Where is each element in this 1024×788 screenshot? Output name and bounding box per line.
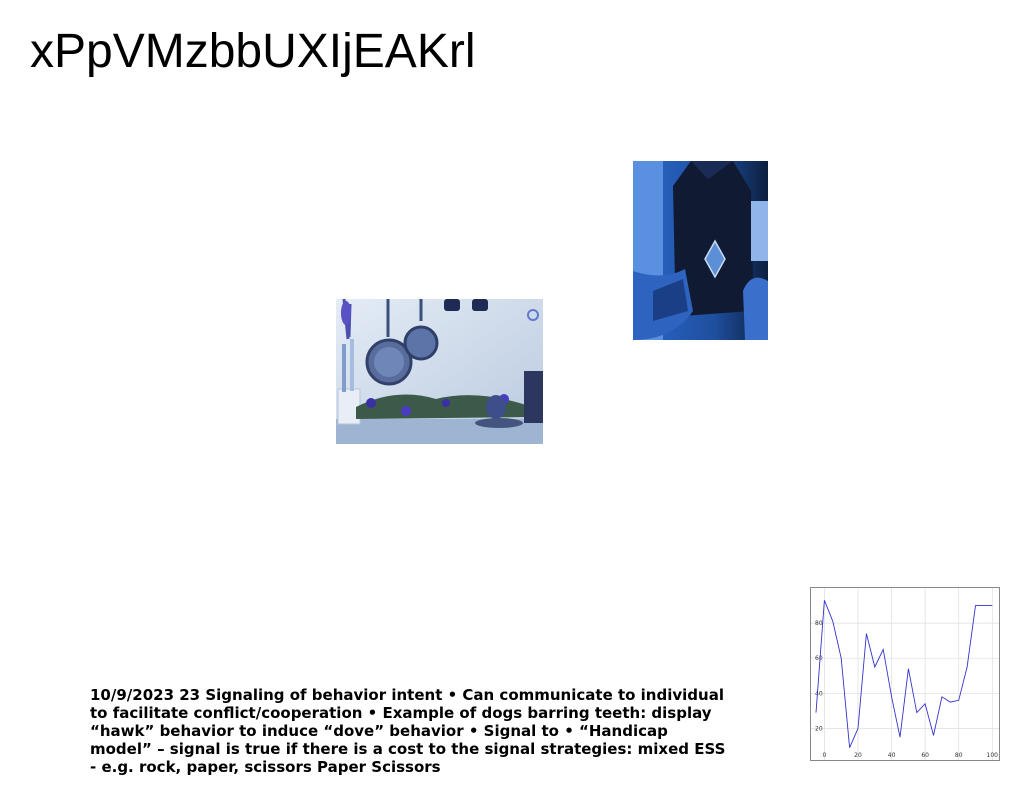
kitchen-utensils-photo [336, 299, 543, 444]
x-tick-label: 20 [854, 752, 862, 759]
chart-frame [810, 587, 1000, 761]
x-tick-label: 0 [823, 752, 827, 759]
x-tick-label: 100 [987, 752, 999, 759]
y-tick-label: 20 [815, 725, 823, 732]
slide-title: xPpVMzbbUXIjEAKrl [30, 25, 476, 78]
hands-holding-bag-photo [633, 161, 768, 340]
y-tick-label: 60 [815, 655, 823, 662]
x-tick-label: 80 [955, 752, 963, 759]
y-tick-label: 80 [815, 620, 823, 627]
slide-caption: 10/9/2023 23 Signaling of behavior inten… [90, 686, 726, 776]
x-tick-label: 40 [888, 752, 896, 759]
x-tick-label: 60 [921, 752, 929, 759]
line-chart: 0 20 40 60 80 100 20 40 60 80 [810, 587, 1002, 763]
y-tick-label: 40 [815, 690, 823, 697]
